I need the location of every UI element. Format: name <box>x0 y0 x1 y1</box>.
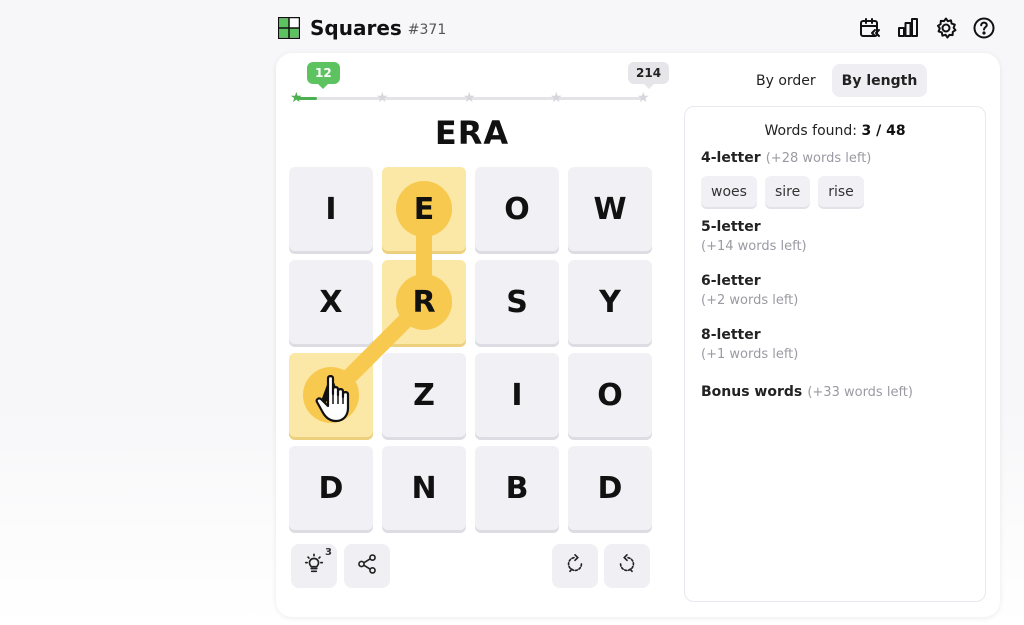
word-group-5-letter: 5-letter (+14 words left) <box>701 219 975 254</box>
calendar-archive-icon[interactable] <box>856 14 884 42</box>
letter-tile[interactable]: R <box>382 260 466 344</box>
help-icon[interactable] <box>970 14 998 42</box>
words-panel: Words found: 3 / 48 4-letter (+28 words … <box>684 106 986 602</box>
group-label: 6-letter <box>701 273 761 289</box>
found-word-chip[interactable]: woes <box>701 176 757 207</box>
group-label: 8-letter <box>701 327 761 343</box>
score-progress-bar: ★ ★ ★ ★ ★ <box>290 90 654 106</box>
max-score-badge: 214 <box>628 62 670 89</box>
letter-tile[interactable]: S <box>475 260 559 344</box>
letter-tile[interactable]: O <box>568 353 652 437</box>
word-group-4-letter: 4-letter (+28 words left) woes sire rise <box>701 147 975 207</box>
app-header: Squares #371 <box>277 12 998 44</box>
rotate-left-button[interactable] <box>552 544 598 588</box>
group-label: Bonus words <box>701 384 803 400</box>
found-word-chip[interactable]: rise <box>818 176 864 207</box>
hint-button[interactable]: 3 <box>291 544 337 588</box>
current-word: ERA <box>434 114 510 152</box>
rotate-right-icon <box>616 553 638 579</box>
hint-count-badge: 3 <box>325 547 332 558</box>
words-found-count: 3 / 48 <box>861 123 906 139</box>
words-found: Words found: 3 / 48 <box>685 123 985 139</box>
current-score-badge: 12 <box>307 62 340 89</box>
hand-pointer-icon <box>314 374 358 428</box>
letter-tile[interactable]: I <box>289 167 373 251</box>
rotate-right-button[interactable] <box>604 544 650 588</box>
word-group-6-letter: 6-letter (+2 words left) <box>701 273 975 308</box>
group-remaining: (+1 words left) <box>701 347 799 362</box>
star-icon: ★ <box>290 90 303 106</box>
by-length-tab[interactable]: By length <box>831 64 928 97</box>
letter-tile[interactable]: I <box>475 353 559 437</box>
letter-tile[interactable]: Y <box>568 260 652 344</box>
letter-tile[interactable]: D <box>289 446 373 530</box>
lightbulb-icon <box>303 553 325 579</box>
star-icon: ★ <box>376 90 389 106</box>
group-remaining: (+33 words left) <box>807 385 913 400</box>
share-icon <box>356 553 378 579</box>
letter-tile[interactable]: O <box>475 167 559 251</box>
group-remaining: (+14 words left) <box>701 239 807 254</box>
words-found-label: Words found: <box>764 123 858 139</box>
share-button[interactable] <box>344 544 390 588</box>
group-label: 4-letter <box>701 150 761 166</box>
word-group-bonus: Bonus words (+33 words left) <box>701 381 975 400</box>
view-toggle: By order By length <box>746 64 928 97</box>
by-order-tab[interactable]: By order <box>746 64 826 97</box>
puzzle-number: #371 <box>407 21 447 38</box>
squares-logo-icon <box>277 16 301 40</box>
found-word-chip[interactable]: sire <box>764 176 811 207</box>
star-icon: ★ <box>550 90 563 106</box>
letter-tile[interactable]: B <box>475 446 559 530</box>
app-title: Squares <box>310 16 402 40</box>
word-group-8-letter: 8-letter (+1 words left) <box>701 327 975 362</box>
rotate-left-icon <box>564 553 586 579</box>
letter-tile[interactable]: N <box>382 446 466 530</box>
group-remaining: (+28 words left) <box>765 151 872 166</box>
letter-grid: I E O W X R S Y A Z I O D N B D <box>289 167 653 531</box>
star-icon: ★ <box>463 90 476 106</box>
letter-tile[interactable]: D <box>568 446 652 530</box>
letter-tile[interactable]: W <box>568 167 652 251</box>
letter-tile[interactable]: Z <box>382 353 466 437</box>
letter-tile[interactable]: E <box>382 167 466 251</box>
letter-tile[interactable]: X <box>289 260 373 344</box>
group-remaining: (+2 words left) <box>701 293 799 308</box>
stats-icon[interactable] <box>894 14 922 42</box>
settings-icon[interactable] <box>932 14 960 42</box>
star-icon: ★ <box>637 90 650 106</box>
group-label: 5-letter <box>701 219 761 235</box>
